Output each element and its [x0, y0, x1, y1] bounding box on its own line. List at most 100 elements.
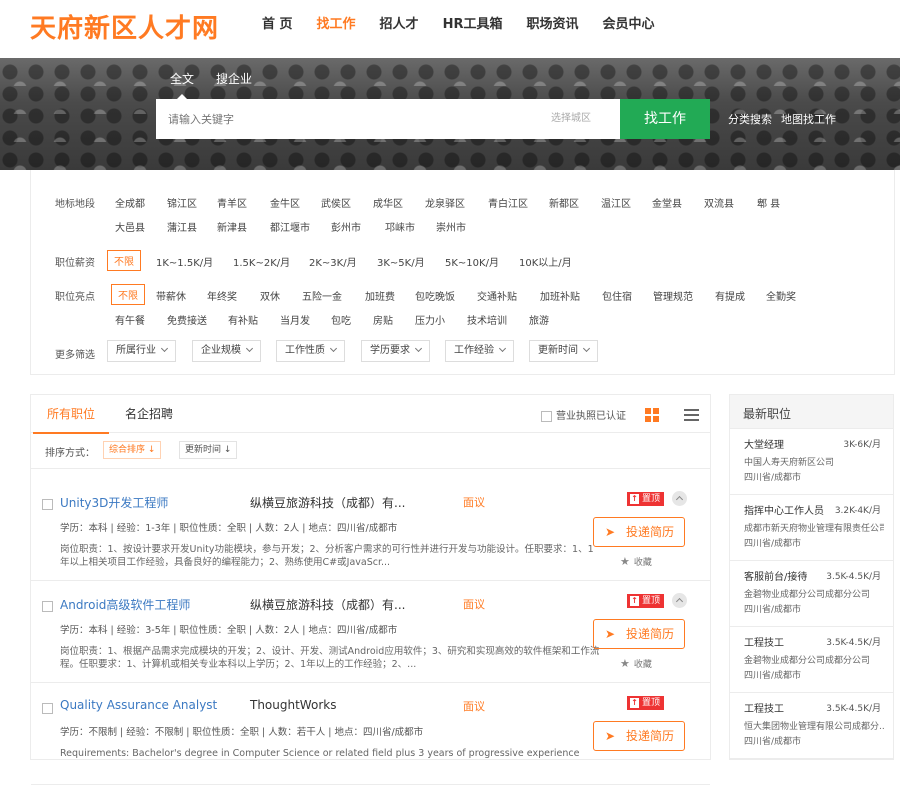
perk-option[interactable]: 全勤奖 — [766, 288, 796, 303]
region-option[interactable]: 蒲江县 — [167, 219, 197, 234]
salary-option[interactable]: 10K以上/月 — [519, 254, 572, 269]
sidebar-job-title[interactable]: 客服前台/接待 — [744, 568, 807, 583]
apply-button[interactable]: ➤ 投递简历 — [593, 619, 685, 649]
sort-comprehensive[interactable]: 综合排序 ↓ — [103, 441, 162, 459]
collapse-icon[interactable] — [672, 593, 687, 608]
perk-option[interactable]: 包住宿 — [602, 288, 632, 303]
nav-hr-tools[interactable]: HR工具箱 — [443, 0, 503, 50]
salary-option[interactable]: 3K~5K/月 — [377, 254, 425, 269]
job-title[interactable]: Unity3D开发工程师 — [60, 494, 168, 511]
perk-option[interactable]: 管理规范 — [653, 288, 693, 303]
job-title[interactable]: Quality Assurance Analyst — [60, 698, 217, 712]
nav-member-center[interactable]: 会员中心 — [602, 0, 654, 50]
job-checkbox[interactable] — [42, 601, 53, 612]
update-time-dropdown[interactable]: 更新时间 — [529, 340, 598, 362]
search-tab-fulltext[interactable]: 全文 — [170, 70, 194, 99]
nav-find-job[interactable]: 找工作 — [317, 0, 356, 50]
perk-option-selected[interactable]: 不限 — [111, 284, 145, 305]
apply-button[interactable]: ➤ 投递简历 — [593, 517, 685, 547]
list-view-icon[interactable] — [684, 409, 699, 421]
sidebar-job[interactable]: 工程技工 3.5K-4.5K/月 金碧物业成都分公司成都分公司 四川省/成都市 — [730, 627, 893, 693]
region-option[interactable]: 邛崃市 — [385, 219, 415, 234]
region-option[interactable]: 龙泉驿区 — [425, 195, 465, 210]
salary-option-selected[interactable]: 不限 — [107, 250, 141, 271]
perk-option[interactable]: 旅游 — [529, 312, 549, 327]
favorite-button[interactable]: ★ 收藏 — [620, 657, 652, 670]
job-title[interactable]: Android高级软件工程师 — [60, 596, 190, 613]
site-logo[interactable]: 天府新区人才网 — [30, 8, 219, 45]
salary-option[interactable]: 1.5K~2K/月 — [233, 254, 290, 269]
region-option[interactable]: 大邑县 — [115, 219, 145, 234]
job-checkbox[interactable] — [42, 703, 53, 714]
salary-option[interactable]: 5K~10K/月 — [445, 254, 499, 269]
tab-famous-companies[interactable]: 名企招聘 — [125, 395, 173, 433]
job-row[interactable]: Unity3D开发工程师 纵横豆旅游科技（成都）有... 面议 学历：本科 | … — [31, 479, 710, 581]
perk-option[interactable]: 有补贴 — [228, 312, 258, 327]
grid-view-icon[interactable] — [645, 408, 659, 422]
perk-option[interactable]: 压力小 — [415, 312, 445, 327]
region-option[interactable]: 武侯区 — [321, 195, 351, 210]
region-option[interactable]: 锦江区 — [167, 195, 197, 210]
experience-dropdown[interactable]: 工作经验 — [445, 340, 514, 362]
region-option[interactable]: 温江区 — [601, 195, 631, 210]
sidebar-job[interactable]: 指挥中心工作人员 3.2K-4K/月 成都市新天府物业管理有限责任公司 四川省/… — [730, 495, 893, 561]
perk-option[interactable]: 当月发 — [280, 312, 310, 327]
region-option[interactable]: 成华区 — [373, 195, 403, 210]
nav-home[interactable]: 首 页 — [262, 0, 293, 50]
region-option[interactable]: 青白江区 — [488, 195, 528, 210]
perk-option[interactable]: 带薪休 — [156, 288, 186, 303]
region-option[interactable]: 新津县 — [217, 219, 247, 234]
category-search-link[interactable]: 分类搜索 — [728, 111, 772, 127]
region-option[interactable]: 金牛区 — [270, 195, 300, 210]
perk-option[interactable]: 包吃晚饭 — [415, 288, 455, 303]
perk-option[interactable]: 包吃 — [331, 312, 351, 327]
region-option[interactable]: 新都区 — [549, 195, 579, 210]
salary-option[interactable]: 1K~1.5K/月 — [156, 254, 213, 269]
nav-career-news[interactable]: 职场资讯 — [526, 0, 578, 50]
sidebar-job-title[interactable]: 工程技工 — [744, 700, 784, 715]
job-company[interactable]: 纵横豆旅游科技（成都）有... — [250, 494, 405, 511]
sidebar-job-title[interactable]: 大堂经理 — [744, 436, 784, 451]
search-button[interactable]: 找工作 — [620, 99, 710, 139]
sort-update-time[interactable]: 更新时间 ↓ — [179, 441, 238, 459]
perk-option[interactable]: 房贴 — [373, 312, 393, 327]
salary-option[interactable]: 2K~3K/月 — [309, 254, 357, 269]
job-type-dropdown[interactable]: 工作性质 — [276, 340, 345, 362]
perk-option[interactable]: 加班费 — [365, 288, 395, 303]
region-option[interactable]: 全成都 — [115, 195, 145, 210]
job-row[interactable]: Quality Assurance Analyst ThoughtWorks 面… — [31, 683, 710, 785]
perk-option[interactable]: 年终奖 — [207, 288, 237, 303]
company-size-dropdown[interactable]: 企业规模 — [192, 340, 261, 362]
sidebar-job[interactable]: 工程技工 3.5K-4.5K/月 恒大集团物业管理有限公司成都分... 四川省/… — [730, 693, 893, 759]
perk-option[interactable]: 双休 — [260, 288, 280, 303]
education-dropdown[interactable]: 学历要求 — [361, 340, 430, 362]
sidebar-job-company[interactable]: 金碧物业成都分公司成都分公司 — [744, 653, 884, 666]
sidebar-job-title[interactable]: 工程技工 — [744, 634, 784, 649]
industry-dropdown[interactable]: 所属行业 — [107, 340, 176, 362]
sidebar-job[interactable]: 大堂经理 3K-6K/月 中国人寿天府新区公司 四川省/成都市 — [730, 429, 893, 495]
sidebar-job-company[interactable]: 成都市新天府物业管理有限责任公司 — [744, 521, 884, 534]
favorite-button[interactable]: ★ 收藏 — [620, 555, 652, 568]
job-company[interactable]: 纵横豆旅游科技（成都）有... — [250, 596, 405, 613]
region-option[interactable]: 郫 县 — [757, 195, 780, 210]
tab-all-jobs[interactable]: 所有职位 — [32, 395, 110, 434]
perk-option[interactable]: 有提成 — [715, 288, 745, 303]
region-option[interactable]: 金堂县 — [652, 195, 682, 210]
search-input[interactable] — [156, 99, 536, 139]
sidebar-job-company[interactable]: 恒大集团物业管理有限公司成都分... — [744, 719, 884, 732]
job-company[interactable]: ThoughtWorks — [250, 698, 336, 712]
collapse-icon[interactable] — [672, 491, 687, 506]
region-option[interactable]: 都江堰市 — [270, 219, 310, 234]
region-option[interactable]: 彭州市 — [331, 219, 361, 234]
perk-option[interactable]: 有午餐 — [115, 312, 145, 327]
map-search-link[interactable]: 地图找工作 — [781, 111, 836, 127]
nav-recruit[interactable]: 招人才 — [380, 0, 419, 50]
sidebar-job[interactable]: 客服前台/接待 3.5K-4.5K/月 金碧物业成都分公司成都分公司 四川省/成… — [730, 561, 893, 627]
job-checkbox[interactable] — [42, 499, 53, 510]
perk-option[interactable]: 五险一金 — [302, 288, 342, 303]
sidebar-job-company[interactable]: 中国人寿天府新区公司 — [744, 455, 884, 468]
search-tab-company[interactable]: 搜企业 — [216, 70, 252, 87]
job-row[interactable]: Android高级软件工程师 纵横豆旅游科技（成都）有... 面议 学历：本科 … — [31, 581, 710, 683]
perk-option[interactable]: 免费接送 — [167, 312, 207, 327]
license-verified-filter[interactable]: 营业执照已认证 — [541, 407, 626, 422]
